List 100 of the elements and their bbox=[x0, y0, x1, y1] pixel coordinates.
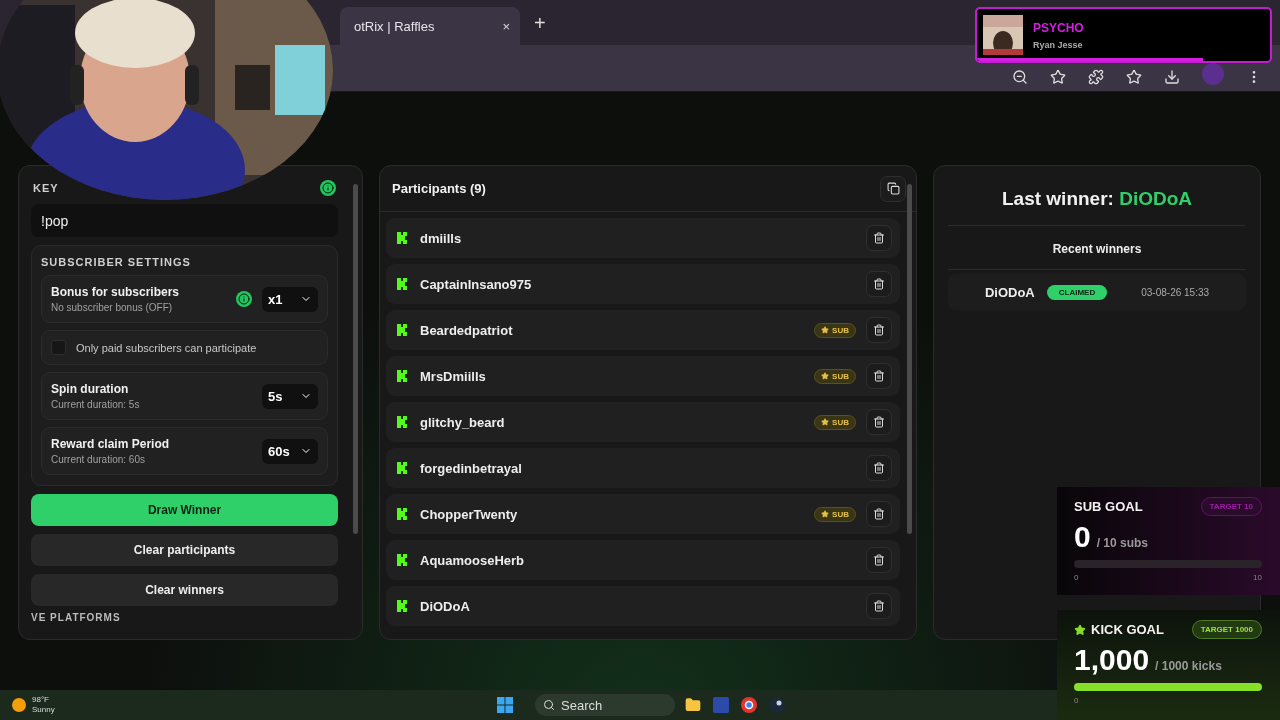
clear-button[interactable]: Clear participants bbox=[31, 534, 338, 566]
star-icon[interactable] bbox=[1126, 69, 1142, 85]
zoom-out-icon[interactable] bbox=[1012, 69, 1028, 85]
participant-name: DiODoA bbox=[420, 598, 471, 614]
keyword-label: KEY bbox=[33, 182, 59, 194]
trash-icon bbox=[873, 554, 885, 566]
setting-title: Spin duration bbox=[51, 382, 130, 396]
tab-title: otRix | Raffles bbox=[354, 18, 435, 34]
star-icon bbox=[821, 510, 830, 518]
winner-time: 03-08-26 15:33 bbox=[1141, 286, 1210, 298]
clear-button[interactable]: Clear winners bbox=[31, 574, 338, 606]
participant-name: glitchy_beard bbox=[420, 414, 506, 430]
target-badge: TARGET 1000 bbox=[1191, 620, 1262, 639]
section-title: VE PLATFORMS bbox=[30, 611, 122, 623]
weather-widget[interactable]: 98°F Sunny bbox=[32, 695, 55, 715]
star-icon bbox=[1074, 623, 1086, 636]
last-winner-heading: Last winner: DiODoA bbox=[948, 188, 1246, 226]
info-icon[interactable] bbox=[320, 180, 336, 196]
download-icon[interactable] bbox=[1164, 69, 1180, 85]
sub-badge: SUB bbox=[814, 414, 856, 430]
keyword-input[interactable]: !pop bbox=[31, 204, 338, 237]
setting-title: Reward claim Period bbox=[51, 437, 171, 451]
sub-badge: SUB bbox=[814, 322, 856, 338]
delete-button[interactable] bbox=[866, 593, 892, 619]
participant-name: forgedinbetrayal bbox=[420, 460, 523, 476]
browser-tab[interactable]: otRix | Raffles × bbox=[340, 7, 520, 45]
select-dropdown[interactable]: 60s bbox=[262, 438, 318, 464]
sun-icon bbox=[12, 698, 26, 712]
goal-unit: / 10 subs bbox=[1096, 536, 1149, 550]
delete-button[interactable] bbox=[866, 455, 892, 481]
delete-button[interactable] bbox=[866, 317, 892, 343]
goal-value: 0 bbox=[1074, 520, 1091, 554]
checkbox[interactable] bbox=[51, 340, 66, 355]
participant-name: ChopperTwenty bbox=[420, 506, 519, 522]
steam-icon[interactable] bbox=[769, 697, 785, 713]
checkbox-label: Only paid subscribers can participate bbox=[76, 341, 257, 354]
status-badge: CLAIMED bbox=[1046, 284, 1108, 300]
close-icon[interactable]: × bbox=[502, 18, 510, 34]
delete-button[interactable] bbox=[866, 409, 892, 435]
browser-icon[interactable] bbox=[741, 697, 757, 713]
trash-icon bbox=[873, 508, 885, 520]
delete-button[interactable] bbox=[866, 225, 892, 251]
setting-subtitle: Current duration: 5s bbox=[51, 399, 141, 410]
winner-name: DiODoA bbox=[984, 284, 1035, 300]
kick-icon bbox=[396, 553, 410, 567]
setting-title: Bonus for subscribers bbox=[51, 285, 181, 299]
song-artist: Ryan Jesse bbox=[1033, 39, 1084, 50]
draw-winner-button[interactable]: Draw Winner bbox=[31, 494, 338, 526]
delete-button[interactable] bbox=[866, 501, 892, 527]
sub-badge: SUB bbox=[814, 506, 856, 522]
kick-icon bbox=[396, 369, 410, 383]
select-dropdown[interactable]: 5s bbox=[262, 383, 318, 409]
search-icon bbox=[543, 699, 555, 711]
kick-icon bbox=[396, 461, 410, 475]
goal-title: KICK GOAL bbox=[1074, 622, 1164, 637]
kick-icon bbox=[396, 415, 410, 429]
scale-min: 0 bbox=[1074, 573, 1079, 582]
setting-subtitle: Current duration: 60s bbox=[51, 454, 146, 465]
participant-name: dmiills bbox=[420, 230, 463, 246]
trash-icon bbox=[873, 416, 885, 428]
trash-icon bbox=[873, 324, 885, 336]
participant-name: AquamooseHerb bbox=[420, 552, 526, 568]
trash-icon bbox=[873, 600, 885, 612]
info-icon[interactable] bbox=[236, 291, 252, 307]
participant-name: CaptainInsano975 bbox=[420, 276, 533, 292]
trash-icon bbox=[873, 278, 885, 290]
trash-icon bbox=[873, 462, 885, 474]
participant-name: Beardedpatriot bbox=[420, 322, 514, 338]
star-icon bbox=[821, 372, 830, 380]
song-title: PSYCHO bbox=[1033, 20, 1084, 35]
setting-subtitle: No subscriber bonus (OFF) bbox=[51, 302, 174, 313]
delete-button[interactable] bbox=[866, 547, 892, 573]
trash-icon bbox=[873, 232, 885, 244]
scale-min: 0 bbox=[1074, 696, 1079, 705]
star-icon[interactable] bbox=[1050, 69, 1066, 85]
kick-icon bbox=[396, 323, 410, 337]
scale-max: 10 bbox=[1253, 573, 1262, 582]
select-dropdown[interactable]: x1 bbox=[262, 286, 318, 312]
goal-unit: / 1000 kicks bbox=[1155, 659, 1222, 673]
sub-badge: SUB bbox=[814, 368, 856, 384]
goal-title: SUB GOAL bbox=[1074, 499, 1143, 514]
delete-button[interactable] bbox=[866, 271, 892, 297]
puzzle-icon[interactable] bbox=[1088, 69, 1104, 85]
copy-icon bbox=[886, 182, 900, 195]
folder-icon[interactable] bbox=[685, 697, 701, 713]
star-icon bbox=[821, 326, 830, 334]
goal-value: 1,000 bbox=[1074, 643, 1150, 677]
section-title: SUBSCRIBER SETTINGS bbox=[41, 256, 192, 268]
trash-icon bbox=[873, 370, 885, 382]
target-badge: TARGET 10 bbox=[1200, 497, 1262, 516]
recent-winners-title: Recent winners bbox=[948, 226, 1246, 270]
delete-button[interactable] bbox=[866, 363, 892, 389]
kick-icon bbox=[396, 277, 410, 291]
star-icon bbox=[821, 418, 830, 426]
participants-title: Participants (9) bbox=[392, 181, 486, 196]
copy-button[interactable] bbox=[880, 175, 906, 202]
kick-icon bbox=[396, 231, 410, 245]
participant-name: MrsDmiills bbox=[420, 368, 487, 384]
new-tab-button[interactable]: + bbox=[534, 12, 546, 35]
taskbar-search[interactable]: Search bbox=[535, 694, 675, 716]
